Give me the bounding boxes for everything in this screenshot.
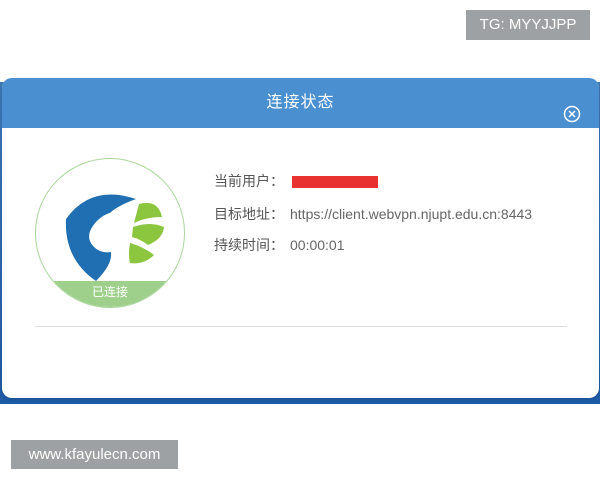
status-badge: 已连接 — [36, 281, 184, 307]
divider — [35, 326, 567, 327]
duration-value: 00:00:01 — [290, 237, 345, 253]
watermark-bottom-left: www.kfayulecn.com — [11, 440, 178, 469]
vpn-logo: 已连接 — [35, 158, 185, 308]
dialog-title: 连接状态 — [266, 94, 335, 111]
dialog-header: 连接状态 — [2, 78, 599, 128]
current-user-label: 当前用户： — [214, 173, 284, 189]
watermark-top-right: TG: MYYJJPP — [466, 10, 590, 40]
redacted-username — [292, 176, 378, 189]
connection-status-dialog: 连接状态 已连接 当前用户： 目标地址： https://client.webvp… — [2, 78, 599, 398]
target-address-value: https://client.webvpn.njupt.edu.cn:8443 — [290, 206, 533, 222]
close-icon[interactable] — [563, 94, 581, 123]
current-user-row: 当前用户： — [214, 171, 378, 191]
duration-label: 持续时间： — [214, 237, 284, 253]
target-address-row: 目标地址： https://client.webvpn.njupt.edu.cn:… — [214, 204, 532, 224]
duration-row: 持续时间： 00:00:01 — [214, 235, 345, 255]
target-address-label: 目标地址： — [214, 206, 284, 222]
